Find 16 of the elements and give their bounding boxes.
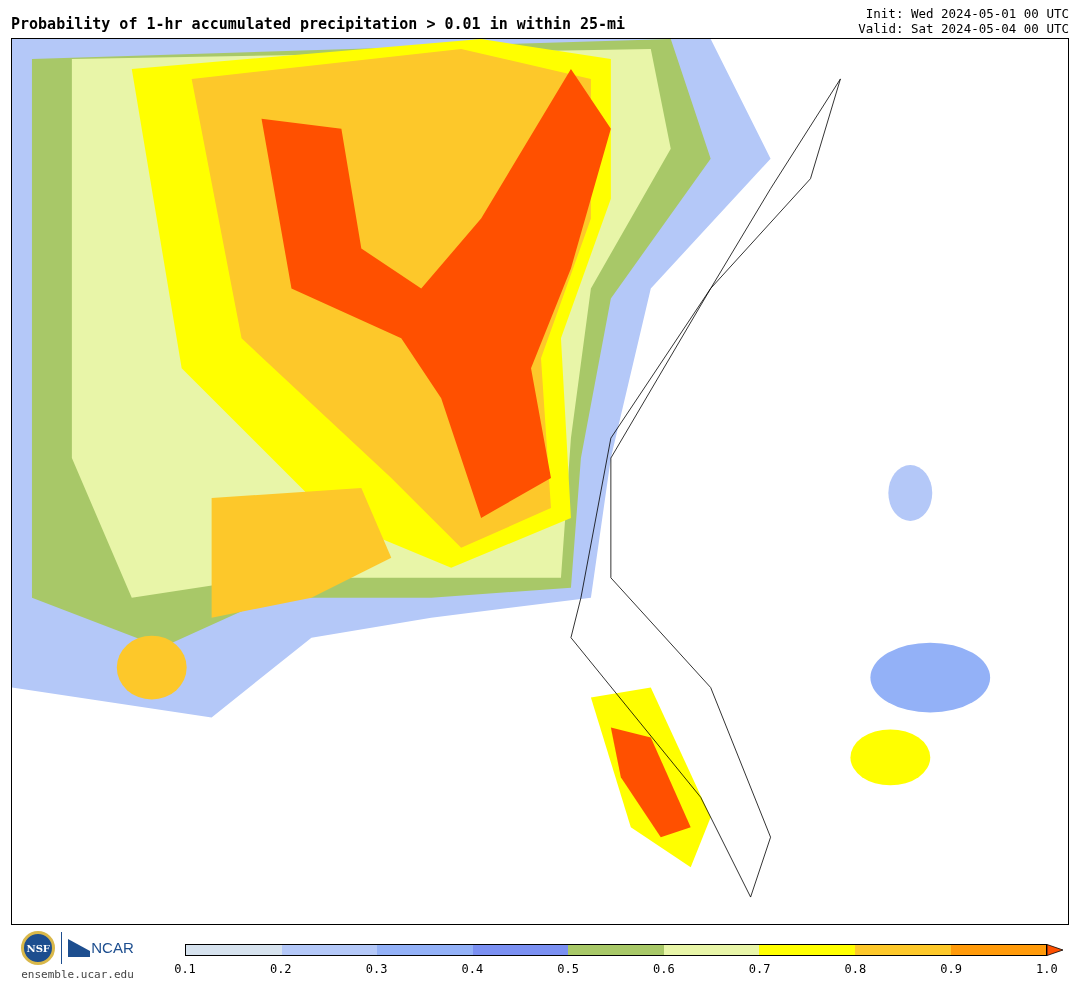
colorbar-tick-label: 1.0 xyxy=(1035,961,1059,978)
colorbar-tick-label: 0.8 xyxy=(843,961,868,978)
ncar-logo: NCAR xyxy=(68,936,134,960)
site-url: ensemble.ucar.edu xyxy=(21,967,134,983)
colorbar-tick-label: 0.2 xyxy=(268,961,293,978)
init-time: Init: Wed 2024-05-01 00 UTC xyxy=(865,6,1069,21)
colorbar-tick-label: 0.5 xyxy=(556,961,580,978)
colorbar-tick-label: 0.4 xyxy=(460,961,485,978)
colorbar-tick-label: 0.6 xyxy=(652,961,676,978)
colorbar-tick-label: 0.7 xyxy=(747,961,772,978)
nsf-logo: NSF xyxy=(21,931,56,965)
colorbar-tick-label: 0.1 xyxy=(173,961,197,978)
valid-time: Valid: Sat 2024-05-04 00 UTC xyxy=(858,21,1069,36)
colorbar-tick-label: 0.3 xyxy=(364,961,389,978)
chart-title: Probability of 1-hr accumulated precipitation > 0.01 in within 25-mi xyxy=(11,13,626,35)
colorbar-tick-label: 0.9 xyxy=(939,961,963,978)
